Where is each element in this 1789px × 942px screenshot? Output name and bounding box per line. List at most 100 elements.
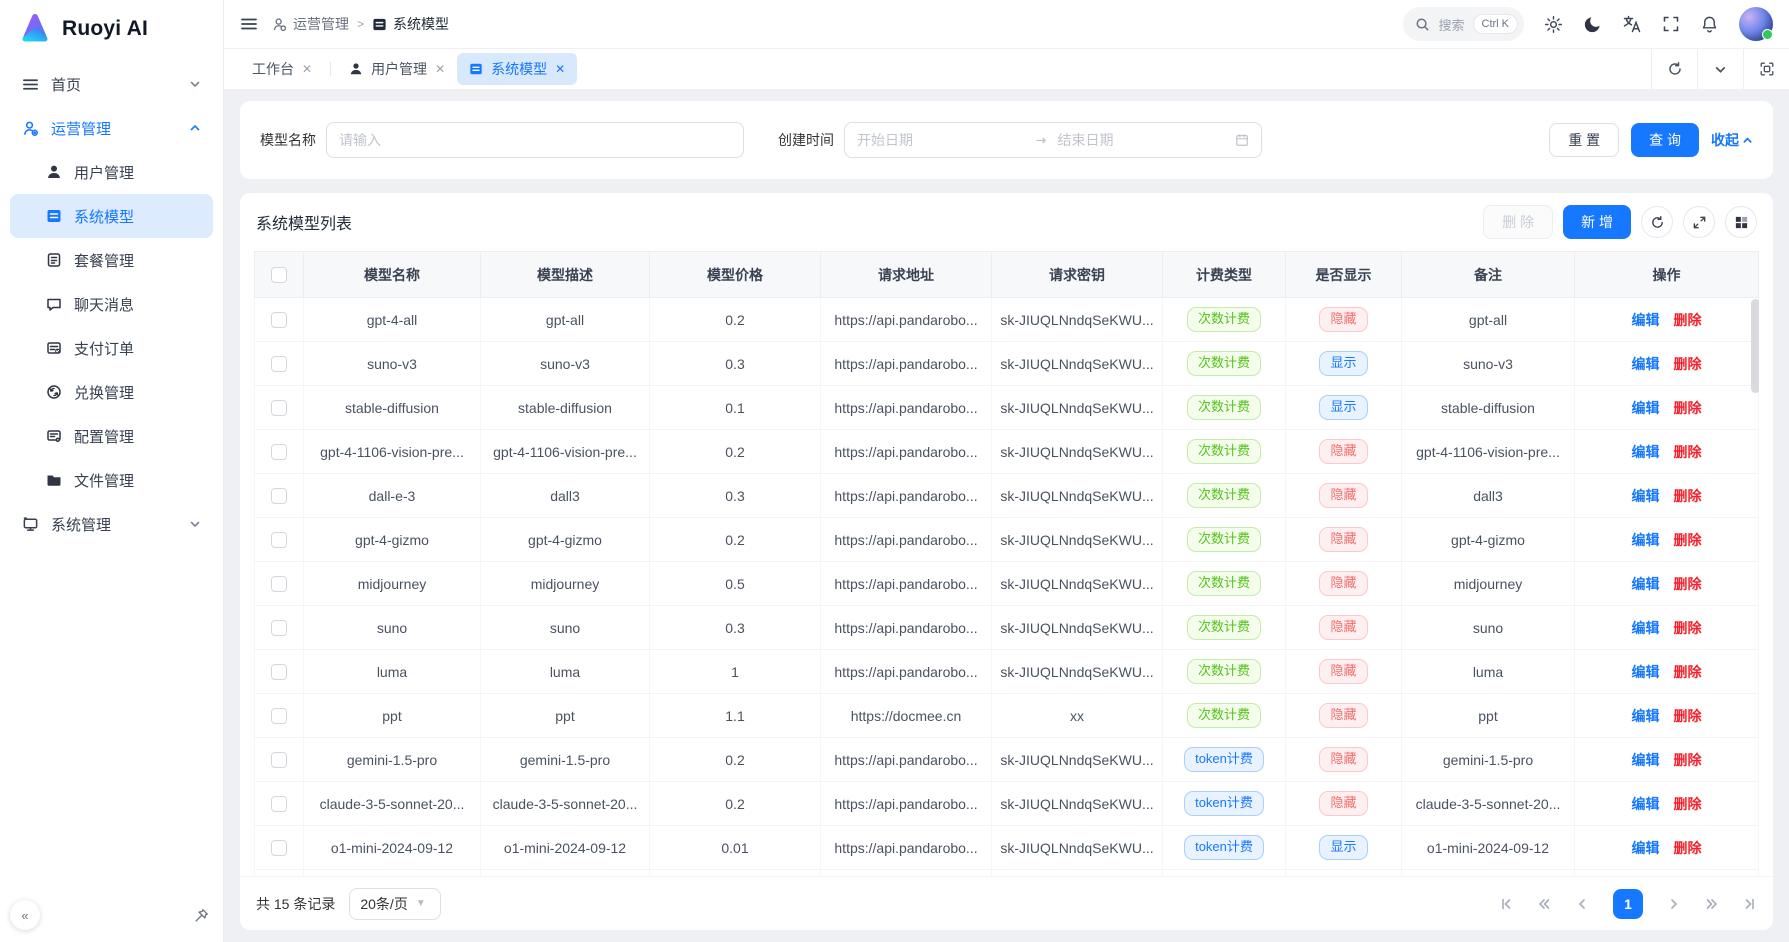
user-avatar[interactable]	[1739, 7, 1773, 41]
add-button[interactable]: 新 增	[1563, 205, 1631, 239]
sidebar-item-system-management[interactable]: 系统管理	[10, 502, 213, 546]
row-checkbox[interactable]	[271, 840, 287, 856]
page-size-select[interactable]: 20条/页 ▼	[349, 888, 441, 920]
breadcrumb-current[interactable]: 系统模型	[372, 14, 449, 34]
cell-model-name: stable-diffusion	[304, 386, 481, 430]
edit-link[interactable]: 编辑	[1632, 752, 1660, 768]
sidebar-item-redeem-management[interactable]: 兑换管理	[10, 370, 213, 414]
delete-link[interactable]: 删除	[1674, 796, 1702, 812]
edit-link[interactable]: 编辑	[1632, 796, 1660, 812]
delete-link[interactable]: 删除	[1674, 444, 1702, 460]
dark-mode-moon-icon[interactable]	[1583, 15, 1602, 34]
select-all-checkbox[interactable]	[271, 267, 287, 283]
translate-icon[interactable]	[1622, 14, 1642, 34]
last-page-button[interactable]	[1743, 897, 1757, 911]
prev-group-button[interactable]	[1537, 897, 1551, 911]
collapse-filter-link[interactable]: 收起	[1711, 130, 1753, 150]
sidebar-item-chat-messages[interactable]: 聊天消息	[10, 282, 213, 326]
sidebar-item-config-management[interactable]: 配置管理	[10, 414, 213, 458]
close-icon[interactable]: ✕	[555, 62, 565, 76]
delete-link[interactable]: 删除	[1674, 532, 1702, 548]
edit-link[interactable]: 编辑	[1632, 576, 1660, 592]
expand-icon[interactable]	[1683, 206, 1715, 238]
sidebar-item-operations[interactable]: 运营管理	[10, 106, 213, 150]
delete-link[interactable]: 删除	[1674, 708, 1702, 724]
maximize-icon[interactable]	[1743, 49, 1789, 89]
reset-button[interactable]: 重 置	[1549, 123, 1619, 157]
tab-workbench[interactable]: 工作台 ✕	[240, 53, 324, 85]
first-page-button[interactable]	[1499, 897, 1513, 911]
delete-link[interactable]: 删除	[1674, 356, 1702, 372]
close-icon[interactable]: ✕	[435, 62, 445, 76]
sidebar-item-file-management[interactable]: 文件管理	[10, 458, 213, 502]
search-input[interactable]: 搜索 Ctrl K	[1403, 7, 1524, 41]
gear-icon[interactable]	[1544, 15, 1563, 34]
model-name-input[interactable]	[326, 122, 744, 158]
row-checkbox[interactable]	[271, 400, 287, 416]
chevron-down-icon[interactable]	[1697, 49, 1743, 89]
column-header: 模型描述	[481, 252, 650, 298]
delete-link[interactable]: 删除	[1674, 400, 1702, 416]
row-checkbox[interactable]	[271, 664, 287, 680]
row-checkbox[interactable]	[271, 576, 287, 592]
sidebar-item-payment-orders[interactable]: 支付订单	[10, 326, 213, 370]
notification-bell-icon[interactable]	[1700, 15, 1719, 34]
row-checkbox[interactable]	[271, 532, 287, 548]
edit-link[interactable]: 编辑	[1632, 664, 1660, 680]
delete-link[interactable]: 删除	[1674, 576, 1702, 592]
delete-button[interactable]: 删 除	[1483, 205, 1553, 239]
cell-visibility: 隐藏	[1286, 298, 1402, 342]
row-checkbox[interactable]	[271, 620, 287, 636]
delete-link[interactable]: 删除	[1674, 620, 1702, 636]
row-checkbox[interactable]	[271, 356, 287, 372]
row-checkbox[interactable]	[271, 796, 287, 812]
delete-link[interactable]: 删除	[1674, 664, 1702, 680]
edit-link[interactable]: 编辑	[1632, 532, 1660, 548]
cell-visibility: 隐藏	[1286, 738, 1402, 782]
column-settings-icon[interactable]	[1725, 206, 1757, 238]
tab-system-model[interactable]: 系统模型 ✕	[457, 53, 577, 85]
edit-link[interactable]: 编辑	[1632, 620, 1660, 636]
sidebar-item-user-management[interactable]: 用户管理	[10, 150, 213, 194]
edit-link[interactable]: 编辑	[1632, 356, 1660, 372]
date-range-picker[interactable]: 开始日期 结束日期	[844, 122, 1262, 158]
row-checkbox[interactable]	[271, 444, 287, 460]
cell-model-price: 0.2	[650, 518, 821, 562]
column-header: 计费类型	[1163, 252, 1286, 298]
edit-link[interactable]: 编辑	[1632, 312, 1660, 328]
refresh-icon[interactable]	[1641, 206, 1673, 238]
row-checkbox[interactable]	[271, 488, 287, 504]
hamburger-icon[interactable]	[240, 15, 258, 33]
tab-user-management[interactable]: 用户管理 ✕	[337, 53, 457, 85]
vertical-scrollbar[interactable]	[1751, 299, 1759, 393]
next-page-button[interactable]	[1667, 897, 1681, 911]
edit-link[interactable]: 编辑	[1632, 708, 1660, 724]
pin-icon[interactable]	[194, 908, 209, 923]
refresh-icon[interactable]	[1651, 49, 1697, 89]
current-page[interactable]: 1	[1613, 889, 1643, 919]
delete-link[interactable]: 删除	[1674, 752, 1702, 768]
search-button[interactable]: 查 询	[1631, 123, 1699, 157]
sidebar-item-home[interactable]: 首页	[10, 62, 213, 106]
sidebar-item-system-model[interactable]: 系统模型	[10, 194, 213, 238]
cell-request-key: sk-JIUQLNndqSeKWU...	[992, 386, 1163, 430]
tab-tools	[1651, 49, 1789, 89]
edit-link[interactable]: 编辑	[1632, 840, 1660, 856]
edit-link[interactable]: 编辑	[1632, 444, 1660, 460]
row-checkbox[interactable]	[271, 312, 287, 328]
breadcrumb-parent[interactable]: 运营管理	[272, 14, 349, 34]
fullscreen-icon[interactable]	[1662, 15, 1680, 33]
row-checkbox[interactable]	[271, 752, 287, 768]
sidebar-item-package-management[interactable]: 套餐管理	[10, 238, 213, 282]
next-group-button[interactable]	[1705, 897, 1719, 911]
cell-model-desc	[481, 870, 650, 877]
sidebar-collapse-button[interactable]: «	[10, 900, 40, 930]
edit-link[interactable]: 编辑	[1632, 488, 1660, 504]
delete-link[interactable]: 删除	[1674, 840, 1702, 856]
close-icon[interactable]: ✕	[302, 62, 312, 76]
row-checkbox[interactable]	[271, 708, 287, 724]
edit-link[interactable]: 编辑	[1632, 400, 1660, 416]
delete-link[interactable]: 删除	[1674, 312, 1702, 328]
prev-page-button[interactable]	[1575, 897, 1589, 911]
delete-link[interactable]: 删除	[1674, 488, 1702, 504]
